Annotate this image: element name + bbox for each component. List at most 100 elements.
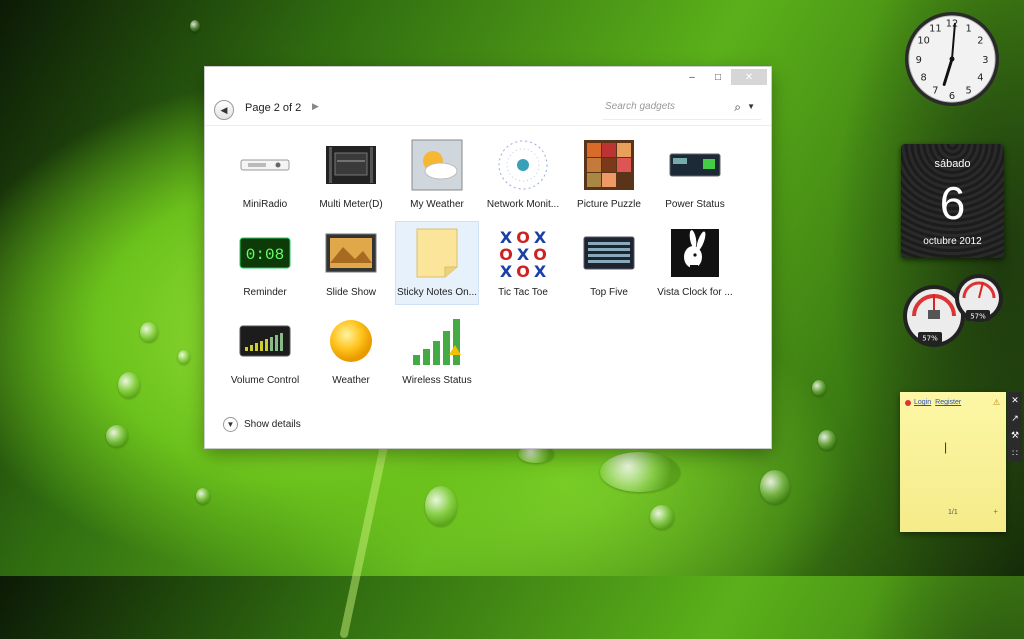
- gadget-label: Network Monit...: [486, 199, 560, 210]
- forward-arrow-icon[interactable]: ▶: [312, 101, 319, 112]
- volume-icon: [239, 315, 291, 367]
- ram-usage: 57%: [970, 313, 986, 321]
- add-note-icon[interactable]: +: [993, 507, 998, 516]
- register-link[interactable]: Register: [935, 399, 961, 406]
- wrench-icon[interactable]: ⚒: [1011, 430, 1019, 441]
- toolbar-divider: [205, 125, 771, 126]
- drag-handle-icon[interactable]: ∷: [1012, 448, 1018, 459]
- slideshow-icon: [325, 227, 377, 279]
- puzzle-icon: [583, 139, 635, 191]
- topfive-icon: [583, 227, 635, 279]
- sticky-note-icon: [411, 227, 463, 279]
- gadget-label: Picture Puzzle: [577, 199, 641, 210]
- gadget-tile[interactable]: Power Status: [653, 133, 737, 217]
- gadget-label: Slide Show: [325, 287, 377, 298]
- leaf-vein: [339, 441, 389, 639]
- caption-buttons: – □ ✕: [679, 69, 767, 85]
- gadget-tile[interactable]: 0:08 Reminder: [223, 221, 307, 305]
- gadget-label: Tic Tac Toe: [498, 287, 548, 298]
- gadget-tile[interactable]: XOX OXO XOX Tic Tac Toe: [481, 221, 565, 305]
- search-icon[interactable]: ⌕: [734, 100, 741, 115]
- clock-gadget[interactable]: 12 1 2 3 4 5 6 7 8 9 10 11: [903, 10, 1001, 108]
- water-drop: [818, 430, 836, 450]
- gadget-label: Sticky Notes On...: [396, 287, 478, 298]
- water-drop: [425, 486, 457, 526]
- gadget-tile[interactable]: Weather: [309, 309, 393, 393]
- water-drop: [178, 350, 190, 364]
- show-details-toggle[interactable]: ▼ Show details: [223, 417, 301, 432]
- search-box[interactable]: ⌕ ▼: [603, 99, 761, 120]
- battery-icon: [669, 139, 721, 191]
- calendar-day-name: sábado: [934, 158, 971, 170]
- page-indicator: Page 2 of 2: [245, 102, 302, 114]
- reminder-display: 0:08: [246, 246, 284, 264]
- gadget-label: Vista Clock for ...: [657, 287, 733, 298]
- gadget-side-toolbar: ✕ ↗ ⚒ ∷: [1008, 392, 1022, 462]
- gadget-tile[interactable]: Slide Show: [309, 221, 393, 305]
- gadget-tile[interactable]: Vista Clock for ...: [653, 221, 737, 305]
- notes-links: Login Register: [914, 399, 965, 406]
- resize-icon[interactable]: ↗: [1011, 413, 1019, 424]
- cpu-meter-gadget[interactable]: 57% 57%: [900, 270, 1006, 350]
- weather-icon: [411, 139, 463, 191]
- sticky-notes-gadget[interactable]: Login Register ⚠ | 1/1 +: [900, 392, 1006, 532]
- search-input[interactable]: [605, 101, 725, 112]
- multimeter-icon: [325, 139, 377, 191]
- water-drop: [118, 372, 140, 398]
- gadget-tile[interactable]: Volume Control: [223, 309, 307, 393]
- gadget-label: Multi Meter(D): [319, 199, 383, 210]
- water-drop: [760, 470, 790, 504]
- gadget-label: Reminder: [243, 287, 287, 298]
- chevron-down-icon[interactable]: ▼: [223, 417, 238, 432]
- calendar-day-number: 6: [939, 177, 966, 229]
- gadget-label: Volume Control: [230, 375, 300, 386]
- gadget-label: Wireless Status: [402, 375, 472, 386]
- calendar-gadget[interactable]: sábado 6 octubre 2012: [901, 144, 1004, 258]
- bunny-clock-icon: [669, 227, 721, 279]
- gadget-tile[interactable]: Multi Meter(D): [309, 133, 393, 217]
- gadget-tile[interactable]: Wireless Status: [395, 309, 479, 393]
- maximize-icon[interactable]: □: [705, 69, 731, 85]
- close-icon[interactable]: ✕: [1011, 395, 1019, 406]
- gadget-tile[interactable]: Top Five: [567, 221, 651, 305]
- clock-number: 10: [917, 35, 929, 46]
- calendar-month-year: octubre 2012: [923, 236, 982, 247]
- clock-number: 9: [916, 55, 922, 66]
- text-cursor: |: [944, 440, 948, 454]
- svg-text:O: O: [516, 262, 530, 279]
- reminder-icon: 0:08: [239, 227, 291, 279]
- svg-text:X: X: [534, 262, 547, 279]
- minimize-icon[interactable]: –: [679, 69, 705, 85]
- close-icon[interactable]: ✕: [731, 69, 767, 85]
- water-drop: [650, 505, 674, 529]
- clock-number: 3: [982, 55, 988, 66]
- clock-number: 5: [966, 85, 972, 96]
- sun-icon: [325, 315, 377, 367]
- gadget-tile[interactable]: Network Monit...: [481, 133, 565, 217]
- svg-text:X: X: [500, 262, 513, 279]
- gadget-tile[interactable]: Picture Puzzle: [567, 133, 651, 217]
- show-details-label: Show details: [244, 419, 301, 430]
- warning-icon[interactable]: ⚠: [993, 398, 1000, 407]
- water-drop: [600, 452, 680, 492]
- cpu-usage: 57%: [922, 335, 938, 343]
- gadget-tile[interactable]: My Weather: [395, 133, 479, 217]
- water-drop: [106, 425, 128, 447]
- gadget-tile[interactable]: Sticky Notes On...: [395, 221, 479, 305]
- water-drop: [812, 380, 826, 396]
- clock-number: 8: [920, 73, 926, 84]
- gadget-label: My Weather: [410, 199, 464, 210]
- login-link[interactable]: Login: [914, 399, 931, 406]
- radio-icon: [239, 139, 291, 191]
- chevron-down-icon[interactable]: ▼: [747, 102, 755, 111]
- gadget-label: Top Five: [590, 287, 628, 298]
- gadget-tile[interactable]: MiniRadio: [223, 133, 307, 217]
- water-drop: [190, 20, 200, 32]
- network-icon: [497, 139, 549, 191]
- note-page-indicator: 1/1: [948, 509, 958, 516]
- clock-number: 6: [949, 91, 955, 102]
- gadget-label: Weather: [332, 375, 370, 386]
- clock-number: 7: [932, 85, 938, 96]
- back-arrow-icon[interactable]: ◀: [214, 100, 234, 120]
- gadget-label: MiniRadio: [242, 199, 288, 210]
